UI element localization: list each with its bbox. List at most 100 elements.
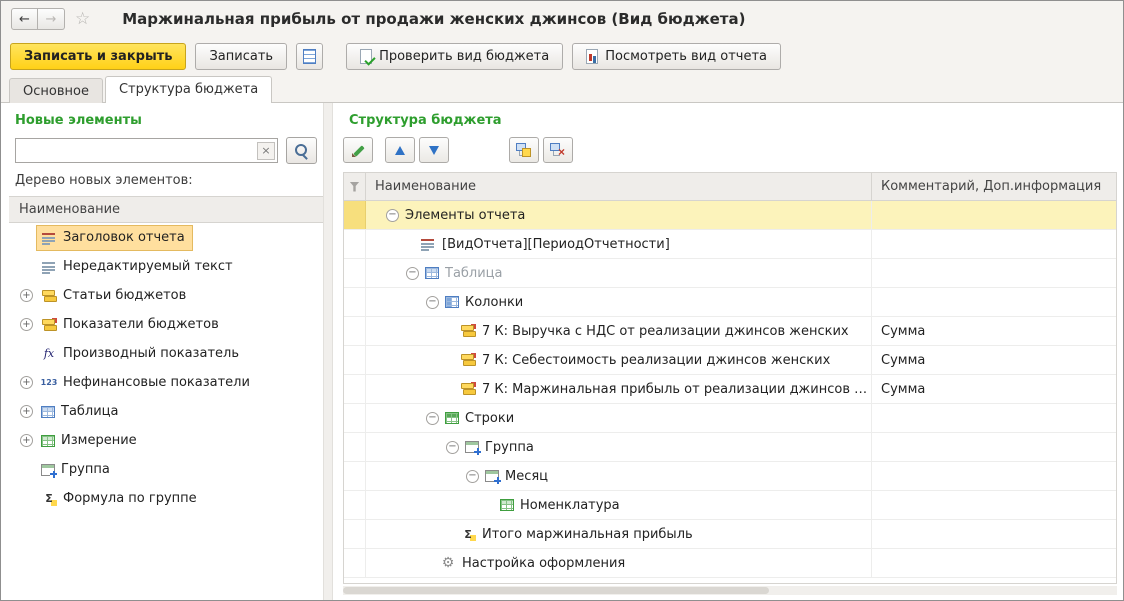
table-row[interactable]: 7 К: Маржинальная прибыль от реализации … bbox=[344, 375, 1116, 404]
budget-structure-table: Наименование Комментарий, Доп.информация… bbox=[343, 172, 1117, 584]
back-arrow-icon: ← bbox=[19, 12, 30, 27]
sigma-icon: Σ bbox=[460, 526, 476, 542]
tree-remove-button[interactable] bbox=[543, 137, 573, 163]
clear-search-icon[interactable]: × bbox=[257, 142, 275, 160]
search-button[interactable] bbox=[286, 137, 317, 164]
row-marker-cell bbox=[344, 462, 366, 490]
filter-column-header[interactable] bbox=[344, 173, 366, 200]
budget-indicator-icon bbox=[460, 381, 476, 397]
row-comment bbox=[872, 201, 1116, 229]
comment-column-header[interactable]: Комментарий, Доп.информация bbox=[872, 173, 1116, 200]
tree-column-header[interactable]: Наименование bbox=[9, 197, 323, 223]
expander-icon[interactable]: − bbox=[386, 209, 399, 222]
selected-item: Заголовок отчета bbox=[36, 225, 193, 251]
row-label: Элементы отчета bbox=[405, 208, 525, 223]
check-budget-view-button[interactable]: Проверить вид бюджета bbox=[346, 43, 563, 70]
save-and-close-button[interactable]: Записать и закрыть bbox=[10, 43, 186, 70]
report-header-icon bbox=[420, 236, 436, 252]
budget-indicator-icon bbox=[460, 352, 476, 368]
filter-icon bbox=[350, 182, 360, 192]
move-down-button[interactable] bbox=[419, 137, 449, 163]
report-document-icon bbox=[586, 49, 598, 64]
titlebar: ← → ☆ Маржинальная прибыль от продажи же… bbox=[1, 1, 1123, 37]
expander-icon[interactable]: − bbox=[426, 412, 439, 425]
table-row[interactable]: 7 К: Себестоимость реализации джинсов же… bbox=[344, 346, 1116, 375]
expander-icon[interactable]: − bbox=[466, 470, 479, 483]
item-label: Показатели бюджетов bbox=[63, 317, 219, 332]
horizontal-scrollbar[interactable] bbox=[343, 586, 1117, 595]
list-item[interactable]: fx Производный показатель bbox=[9, 339, 323, 368]
table-row[interactable]: [ВидОтчета][ПериодОтчетности] bbox=[344, 230, 1116, 259]
table-icon bbox=[41, 406, 55, 418]
expander-icon[interactable]: − bbox=[446, 441, 459, 454]
gear-icon: ⚙ bbox=[440, 555, 456, 571]
row-marker-cell bbox=[344, 317, 366, 345]
check-document-icon bbox=[360, 49, 372, 64]
expander-icon[interactable]: − bbox=[426, 296, 439, 309]
row-marker-cell bbox=[344, 404, 366, 432]
row-label: 7 К: Выручка с НДС от реализации джинсов… bbox=[482, 324, 849, 339]
group-icon bbox=[485, 470, 499, 482]
table-row[interactable]: − Колонки bbox=[344, 288, 1116, 317]
tab-budget-structure[interactable]: Структура бюджета bbox=[105, 76, 272, 103]
table-row[interactable]: − Элементы отчета bbox=[344, 201, 1116, 230]
row-marker-cell bbox=[344, 288, 366, 316]
view-report-button[interactable]: Посмотреть вид отчета bbox=[572, 43, 781, 70]
expander-icon[interactable]: + bbox=[20, 434, 33, 447]
expander-icon[interactable]: + bbox=[20, 289, 33, 302]
structure-toolbar bbox=[343, 137, 1117, 163]
forward-button[interactable]: → bbox=[38, 8, 65, 30]
tab-main[interactable]: Основное bbox=[9, 78, 103, 103]
row-label: 7 К: Себестоимость реализации джинсов же… bbox=[482, 353, 830, 368]
row-comment bbox=[872, 259, 1116, 287]
list-item[interactable]: + 123 Нефинансовые показатели bbox=[9, 368, 323, 397]
list-item[interactable]: Заголовок отчета bbox=[9, 223, 323, 252]
budget-structure-panel: Структура бюджета Наименование Комментар… bbox=[333, 103, 1123, 600]
list-icon bbox=[303, 49, 316, 64]
more-actions-button[interactable] bbox=[296, 43, 323, 70]
static-text-icon bbox=[41, 259, 57, 275]
table-row[interactable]: ⚙ Настройка оформления bbox=[344, 549, 1116, 578]
table-row[interactable]: Номенклатура bbox=[344, 491, 1116, 520]
row-marker-cell bbox=[344, 549, 366, 577]
expander-icon[interactable]: + bbox=[20, 405, 33, 418]
favorite-star-icon[interactable]: ☆ bbox=[75, 9, 90, 29]
table-row[interactable]: − Таблица bbox=[344, 259, 1116, 288]
save-button[interactable]: Записать bbox=[195, 43, 287, 70]
list-item[interactable]: + Измерение bbox=[9, 426, 323, 455]
edit-button[interactable] bbox=[343, 137, 373, 163]
row-comment: Сумма bbox=[872, 346, 1116, 374]
dimension-icon bbox=[500, 499, 514, 511]
row-label: Группа bbox=[485, 440, 534, 455]
move-up-button[interactable] bbox=[385, 137, 415, 163]
list-item[interactable]: Нередактируемый текст bbox=[9, 252, 323, 281]
table-row[interactable]: − Строки bbox=[344, 404, 1116, 433]
item-label: Нередактируемый текст bbox=[63, 259, 233, 274]
table-row[interactable]: − Месяц bbox=[344, 462, 1116, 491]
list-item[interactable]: + Показатели бюджетов bbox=[9, 310, 323, 339]
panel-splitter[interactable] bbox=[323, 103, 333, 600]
fx-icon: fx bbox=[41, 346, 57, 362]
row-label: Колонки bbox=[465, 295, 523, 310]
list-item[interactable]: Σ Формула по группе bbox=[9, 484, 323, 513]
group-icon bbox=[465, 441, 479, 453]
new-elements-tree: Наименование Заголовок отчета Нередактир… bbox=[9, 196, 323, 600]
expander-icon[interactable]: + bbox=[20, 318, 33, 331]
back-button[interactable]: ← bbox=[11, 8, 38, 30]
expander-icon[interactable]: − bbox=[406, 267, 419, 280]
pencil-icon bbox=[351, 143, 366, 158]
tree-add-button[interactable] bbox=[509, 137, 539, 163]
scrollbar-thumb[interactable] bbox=[343, 587, 769, 594]
item-label: Измерение bbox=[61, 433, 137, 448]
row-marker-cell bbox=[344, 230, 366, 258]
table-row[interactable]: 7 К: Выручка с НДС от реализации джинсов… bbox=[344, 317, 1116, 346]
name-column-header[interactable]: Наименование bbox=[366, 173, 872, 200]
list-item[interactable]: Группа bbox=[9, 455, 323, 484]
list-item[interactable]: + Статьи бюджетов bbox=[9, 281, 323, 310]
table-row[interactable]: − Группа bbox=[344, 433, 1116, 462]
search-input[interactable] bbox=[16, 139, 257, 162]
list-item[interactable]: + Таблица bbox=[9, 397, 323, 426]
row-comment: Сумма bbox=[872, 317, 1116, 345]
expander-icon[interactable]: + bbox=[20, 376, 33, 389]
table-row[interactable]: Σ Итого маржинальная прибыль bbox=[344, 520, 1116, 549]
